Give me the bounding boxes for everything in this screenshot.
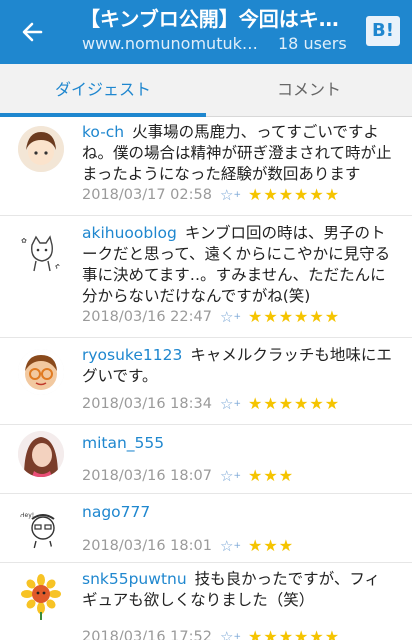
svg-text:✿: ✿ bbox=[21, 237, 27, 245]
star-rating: ★★★★★★ bbox=[248, 307, 341, 326]
list-item: snk55puwtnu 技も良かったですが、フィギュアも欲しくなりました（笑） 2… bbox=[0, 563, 412, 640]
list-item: mitan_555 2018/03/16 18:07 ☆+ ★★★ bbox=[0, 425, 412, 494]
comment-text-block: mitan_555 bbox=[82, 433, 392, 454]
avatar-image: Hey! bbox=[18, 503, 64, 549]
star-rating: ★★★★★★ bbox=[248, 627, 341, 640]
comment-username[interactable]: mitan_555 bbox=[82, 434, 164, 452]
comment-meta: 2018/03/16 22:47 ☆+ ★★★★★★ bbox=[82, 306, 402, 328]
comment-username[interactable]: snk55puwtnu bbox=[82, 570, 187, 588]
comment-meta: 2018/03/16 18:07 ☆+ ★★★ bbox=[82, 465, 402, 487]
app-bar: 【キンブロ公開】今回はキ… www.nomunomutuk… 18 users B… bbox=[0, 0, 412, 64]
comment-text: 火事場の馬鹿力、ってすごいですよね。僕の場合は精神が研ぎ澄まされて時が止まったよ… bbox=[82, 123, 392, 183]
avatar-image bbox=[18, 349, 64, 395]
svg-text:Hey!: Hey! bbox=[20, 512, 34, 519]
star-rating: ★★★ bbox=[248, 536, 295, 555]
tab-bar: ダイジェスト コメント bbox=[0, 64, 412, 117]
comment-list: ko-ch 火事場の馬鹿力、ってすごいですよね。僕の場合は精神が研ぎ澄まされて時が… bbox=[0, 117, 412, 640]
hatena-bookmark-button[interactable]: B! bbox=[366, 16, 400, 46]
avatar-image: ✿✿ bbox=[18, 229, 64, 275]
star-rating: ★★★ bbox=[248, 466, 295, 485]
comment-username[interactable]: ko-ch bbox=[82, 123, 124, 141]
page-url: www.nomunomutuk… bbox=[82, 34, 258, 53]
comment-text-block: ko-ch 火事場の馬鹿力、ってすごいですよね。僕の場合は精神が研ぎ澄まされて時が… bbox=[82, 122, 392, 185]
avatar bbox=[18, 126, 64, 172]
add-star-icon[interactable]: ☆+ bbox=[220, 628, 241, 640]
comment-date: 2018/03/16 18:34 bbox=[82, 396, 212, 412]
list-item: ✿ ✿ akihuooblog キンブロ回の時は、男子のトークだと思って、遠くからに… bbox=[0, 216, 412, 338]
comment-username[interactable]: nago777 bbox=[82, 503, 150, 521]
page-title: 【キンブロ公開】今回はキ… bbox=[80, 7, 339, 31]
comment-meta: 2018/03/17 02:58 ☆+ ★★★★★★ bbox=[82, 184, 402, 206]
avatar-image bbox=[18, 574, 64, 620]
list-item: ko-ch 火事場の馬鹿力、ってすごいですよね。僕の場合は精神が研ぎ澄まされて時が… bbox=[0, 117, 412, 216]
comment-text-block: ryosuke1123 キャメルクラッチも地味にエグいです。 bbox=[82, 345, 392, 387]
tab-digest[interactable]: ダイジェスト bbox=[0, 64, 206, 117]
page-subtitle: www.nomunomutuk… 18 users bbox=[82, 34, 352, 58]
avatar: ✿ ✿ bbox=[18, 229, 64, 275]
comment-date: 2018/03/16 18:01 bbox=[82, 538, 212, 554]
avatar bbox=[18, 431, 64, 477]
tab-comments[interactable]: コメント bbox=[206, 64, 412, 116]
users-count: 18 users bbox=[278, 34, 347, 53]
comment-text-block: nago777 bbox=[82, 502, 392, 523]
list-item: ryosuke1123 キャメルクラッチも地味にエグいです。 2018/03/16… bbox=[0, 338, 412, 425]
svg-text:✿: ✿ bbox=[55, 263, 61, 271]
add-star-icon[interactable]: ☆+ bbox=[220, 467, 241, 485]
list-item: Hey! nago777 2018/03/16 18:01 ☆+ ★★★ bbox=[0, 494, 412, 563]
avatar bbox=[18, 574, 64, 620]
avatar-image bbox=[18, 126, 64, 172]
comment-date: 2018/03/17 02:58 bbox=[82, 187, 212, 203]
comment-text-block: akihuooblog キンブロ回の時は、男子のトークだと思って、遠くからにこやか… bbox=[82, 223, 392, 307]
avatar-image bbox=[18, 431, 64, 477]
comment-username[interactable]: ryosuke1123 bbox=[82, 346, 182, 364]
star-rating: ★★★★★★ bbox=[248, 394, 341, 413]
comment-text-block: snk55puwtnu 技も良かったですが、フィギュアも欲しくなりました（笑） bbox=[82, 569, 392, 611]
add-star-icon[interactable]: ☆+ bbox=[220, 537, 241, 555]
comment-meta: 2018/03/16 18:01 ☆+ ★★★ bbox=[82, 535, 402, 557]
avatar: Hey! bbox=[18, 503, 64, 549]
comment-meta: 2018/03/16 17:52 ☆+ ★★★★★★ bbox=[82, 626, 402, 640]
add-star-icon[interactable]: ☆+ bbox=[220, 308, 241, 326]
comment-date: 2018/03/16 18:07 bbox=[82, 468, 212, 484]
comment-username[interactable]: akihuooblog bbox=[82, 224, 177, 242]
comment-meta: 2018/03/16 18:34 ☆+ ★★★★★★ bbox=[82, 393, 402, 415]
back-button[interactable] bbox=[14, 14, 50, 50]
star-rating: ★★★★★★ bbox=[248, 185, 341, 204]
add-star-icon[interactable]: ☆+ bbox=[220, 395, 241, 413]
comment-date: 2018/03/16 17:52 bbox=[82, 629, 212, 640]
comment-date: 2018/03/16 22:47 bbox=[82, 309, 212, 325]
back-arrow-icon bbox=[22, 22, 43, 42]
add-star-icon[interactable]: ☆+ bbox=[220, 186, 241, 204]
avatar bbox=[18, 349, 64, 395]
